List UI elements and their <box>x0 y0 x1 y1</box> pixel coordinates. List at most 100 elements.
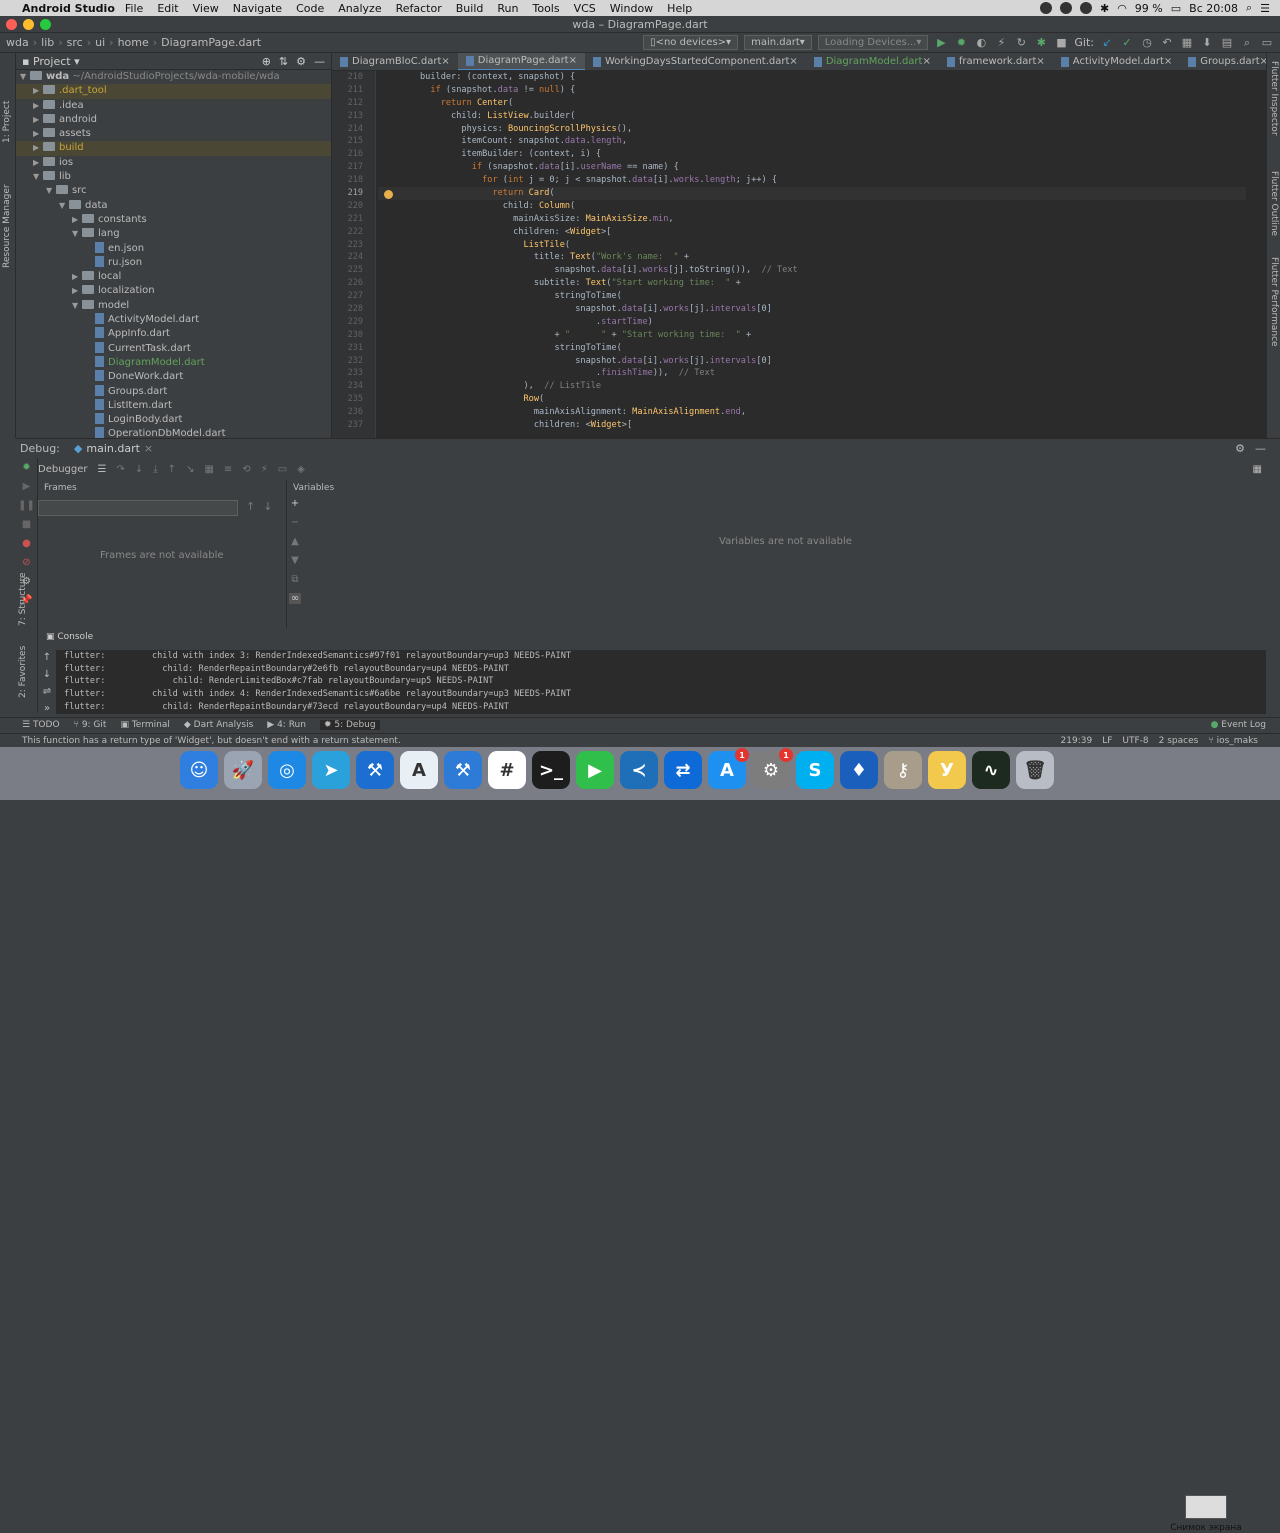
tree-root[interactable]: ▼ wda ~/AndroidStudioProjects/wda-mobile/… <box>16 70 331 84</box>
pause-icon[interactable]: ❚❚ <box>18 500 35 511</box>
tree-folder[interactable]: ▶ localization <box>16 284 331 298</box>
code-line[interactable]: for (int j = 0; j < snapshot.data[i].wor… <box>378 174 1246 187</box>
infinity-icon[interactable]: ∞ <box>288 593 302 604</box>
breadcrumb-item[interactable]: DiagramPage.dart <box>161 36 261 49</box>
code-line[interactable]: child: ListView.builder( <box>378 110 1246 123</box>
locate-icon[interactable]: ⊕ <box>262 55 271 68</box>
code-line[interactable]: itemBuilder: (context, i) { <box>378 148 1246 161</box>
code-line[interactable]: snapshot.data[i].works[j].intervals[0] <box>378 355 1246 368</box>
code-line[interactable]: snapshot.data[i].works[j].toString()), /… <box>378 264 1246 277</box>
debug-icon[interactable]: ✹ <box>954 36 968 50</box>
line-number[interactable]: 226 <box>332 277 375 290</box>
scroll-up-icon[interactable]: ↑ <box>43 652 51 663</box>
instruments-icon[interactable]: ⚒ <box>444 751 482 789</box>
minimize-window-button[interactable] <box>23 19 34 30</box>
menu-item-tools[interactable]: Tools <box>532 2 559 15</box>
step-out-icon[interactable]: ↑ <box>168 464 176 475</box>
android-studio-icon[interactable]: A <box>400 751 438 789</box>
search-icon[interactable]: ⌕ <box>1240 36 1254 50</box>
menu-item-analyze[interactable]: Analyze <box>338 2 381 15</box>
lightbulb-icon[interactable] <box>384 190 393 199</box>
avd-manager-icon[interactable]: ▦ <box>1180 36 1194 50</box>
tray-icon[interactable] <box>1059 2 1072 14</box>
tree-file[interactable]: LoginBody.dart <box>16 413 331 427</box>
code-line[interactable]: Row( <box>378 393 1246 406</box>
yandex-icon[interactable]: У <box>928 751 966 789</box>
status-message[interactable]: This function has a return type of 'Widg… <box>22 736 401 746</box>
bottom-tab[interactable]: ▣ Terminal <box>120 720 169 730</box>
editor-tab[interactable]: DiagramModel.dart × <box>806 53 939 70</box>
zoom-window-button[interactable] <box>40 19 51 30</box>
hot-restart-icon[interactable]: ↻ <box>1014 36 1028 50</box>
code-line[interactable]: builder: (context, snapshot) { <box>378 71 1246 84</box>
code-line[interactable]: .finishTime)), // Text <box>378 367 1246 380</box>
close-icon[interactable]: × <box>144 442 153 455</box>
line-number[interactable]: 237 <box>332 419 375 432</box>
code-editor[interactable]: 210 211 212 213 214 215 216 217 218 219 220 221 222 2… <box>332 71 1266 438</box>
scroll-down-icon[interactable]: ↓ <box>43 669 51 680</box>
menu-item-run[interactable]: Run <box>497 2 518 15</box>
arrow-down-icon[interactable]: ▼ <box>291 555 299 566</box>
trash-icon[interactable]: 🗑 <box>1016 751 1054 789</box>
git-commit-icon[interactable]: ✓ <box>1120 36 1134 50</box>
indent-setting[interactable]: 2 spaces <box>1159 736 1199 746</box>
spotlight-icon[interactable]: ⌕ <box>1246 1 1252 15</box>
code-line[interactable]: children: <Widget>[ <box>378 226 1246 239</box>
hot-reload-icon[interactable]: ⚡ <box>261 464 268 475</box>
git-rollback-icon[interactable]: ↶ <box>1160 36 1174 50</box>
tray-icon[interactable] <box>1039 2 1052 14</box>
bottom-tab[interactable]: ✹ 5: Debug <box>319 720 380 730</box>
tree-folder[interactable]: ▼ lib <box>16 170 331 184</box>
line-number[interactable]: 220 <box>332 200 375 213</box>
line-number[interactable]: 212 <box>332 97 375 110</box>
close-icon[interactable]: × <box>441 56 449 67</box>
hide-icon[interactable]: — <box>1255 442 1266 455</box>
tree-folder[interactable]: ▼ model <box>16 299 331 313</box>
tree-folder[interactable]: ▼ src <box>16 184 331 198</box>
stop-icon[interactable]: ■ <box>22 519 31 530</box>
favorites-tool-tab[interactable]: 2: Favorites <box>18 646 28 698</box>
tree-folder[interactable]: ▶ ios <box>16 156 331 170</box>
facetime-icon[interactable]: ▶ <box>576 751 614 789</box>
close-icon[interactable]: × <box>789 56 797 67</box>
tree-file[interactable]: en.json <box>16 241 331 256</box>
menu-item-file[interactable]: File <box>125 2 143 15</box>
code-line[interactable]: title: Text("Work's name: " + <box>378 251 1246 264</box>
thread-selector[interactable] <box>38 500 238 516</box>
project-structure-icon[interactable]: ▤ <box>1220 36 1234 50</box>
menu-item-window[interactable]: Window <box>610 2 653 15</box>
remove-icon[interactable]: − <box>291 517 299 528</box>
menu-item-build[interactable]: Build <box>456 2 484 15</box>
tree-folder[interactable]: ▶ constants <box>16 213 331 227</box>
file-encoding[interactable]: UTF-8 <box>1122 736 1148 746</box>
tree-file[interactable]: ListItem.dart <box>16 398 331 413</box>
line-number[interactable]: 225 <box>332 264 375 277</box>
editor-tab[interactable]: DiagramBloC.dart × <box>332 53 458 70</box>
mute-breakpoints-icon[interactable]: ⊘ <box>22 557 30 568</box>
code-line[interactable]: mainAxisAlignment: MainAxisAlignment.end… <box>378 406 1246 419</box>
step-into-icon[interactable]: ↓ <box>135 464 143 475</box>
slack-icon[interactable]: # <box>488 751 526 789</box>
editor-tab[interactable]: Groups.dart × <box>1180 53 1266 70</box>
code-line[interactable]: children: <Widget>[ <box>378 419 1246 432</box>
loading-devices-selector[interactable]: Loading Devices... ▾ <box>817 35 929 50</box>
run-to-cursor-icon[interactable]: ↘ <box>186 464 194 475</box>
tree-folder[interactable]: ▶ android <box>16 113 331 127</box>
git-update-icon[interactable]: ↙ <box>1100 36 1114 50</box>
run-config-selector[interactable]: main.dart ▾ <box>744 35 812 50</box>
menu-item-code[interactable]: Code <box>296 2 324 15</box>
gear-icon[interactable]: ⚙ <box>1235 442 1245 455</box>
line-number[interactable]: 215 <box>332 135 375 148</box>
tree-file[interactable]: OperationDbModel.dart <box>16 427 331 438</box>
app-store-icon[interactable]: A1 <box>708 748 749 789</box>
line-number[interactable]: 236 <box>332 406 375 419</box>
breadcrumb-item[interactable]: ui <box>95 36 105 49</box>
close-icon[interactable]: × <box>1164 56 1172 67</box>
rerun-icon[interactable]: ✹ <box>22 462 30 473</box>
code-line[interactable]: physics: BouncingScrollPhysics(), <box>378 123 1246 136</box>
bottom-tab[interactable]: ▶ 4: Run <box>267 720 306 730</box>
line-number[interactable]: 214 <box>332 123 375 136</box>
observatory-icon[interactable]: ◈ <box>297 464 305 475</box>
code-line[interactable]: mainAxisSize: MainAxisSize.min, <box>378 213 1246 226</box>
add-icon[interactable]: + <box>291 498 299 509</box>
